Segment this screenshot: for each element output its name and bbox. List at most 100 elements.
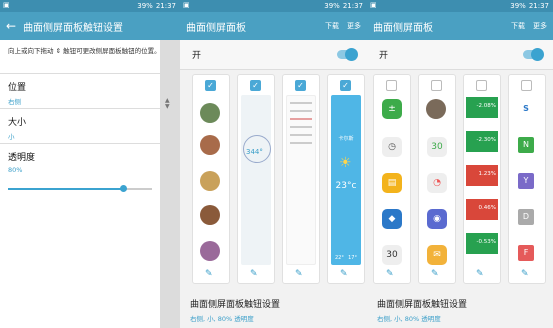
stock-change: 0.46% <box>478 205 496 211</box>
opacity-slider-knob[interactable] <box>120 185 128 192</box>
setting-size[interactable]: 大小 小 <box>0 109 180 144</box>
app-letter-tile: D <box>518 209 534 225</box>
panel-card-tools[interactable]: ✓ 344° ✎ <box>237 74 275 284</box>
more-button[interactable]: 更多 <box>533 21 547 31</box>
avatar <box>200 103 220 123</box>
panel-checkbox[interactable]: ✓ <box>205 80 216 91</box>
edge-panels-switch[interactable] <box>523 48 544 61</box>
edit-pencil-icon[interactable]: ✎ <box>340 269 348 279</box>
panel-checkbox[interactable]: ✓ <box>295 80 306 91</box>
hint-text: 向上或向下拖动 ⇕ 触钮可更改侧屏面板触钮的位置。 <box>8 47 161 55</box>
battery-label: 39% <box>510 2 526 10</box>
position-settings-screen: ▣ 39% 21:37 ← 曲面侧屏面板触钮设置 向上或向下拖动 ⇕ 触钮可更改… <box>0 0 180 328</box>
footer-subtitle: 右侧, 小, 80% 透明度 <box>190 315 254 323</box>
setting-opacity: 透明度 80% <box>0 144 180 179</box>
drag-hint: 向上或向下拖动 ⇕ 触钮可更改侧屏面板触钮的位置。 <box>0 40 180 74</box>
edge-panels-toggle-row[interactable]: 开 <box>180 40 367 70</box>
edge-handle-track: ▲ ▼ <box>160 40 180 328</box>
download-button[interactable]: 下载 <box>325 21 339 31</box>
panel-checkbox[interactable] <box>476 80 487 91</box>
camera-icon: ◉ <box>427 209 447 229</box>
edge-panels-toggle-row[interactable]: 开 <box>367 40 553 70</box>
app-bar: ← 曲面侧屏面板触钮设置 <box>0 12 180 40</box>
gallery-icon: ◆ <box>382 209 402 229</box>
panel-card-tasks[interactable]: ✓ ✎ <box>282 74 320 284</box>
panel-card-contacts[interactable]: ✓ ✎ <box>192 74 230 284</box>
stock-change: -2.30% <box>476 137 496 143</box>
handle-settings-entry[interactable]: 曲面侧屏面板触钮设置 右侧, 小, 80% 透明度 <box>367 292 553 328</box>
opacity-slider[interactable] <box>8 185 152 192</box>
avatar <box>426 99 446 119</box>
edit-pencil-icon[interactable]: ✎ <box>250 269 258 279</box>
compass-value: 344° <box>246 148 263 156</box>
weather-city: 卡尔斯 <box>338 136 354 142</box>
status-bar: ▣ 39% 21:37 <box>180 0 367 12</box>
edge-panels-switch[interactable] <box>337 48 358 61</box>
panel-card-stocks[interactable]: -2.08% -2.30% 1.23% 0.46% -0.53% ✎ <box>463 74 501 284</box>
edit-pencil-icon[interactable]: ✎ <box>476 269 484 279</box>
memo-icon: ▤ <box>382 173 402 193</box>
notification-icon: ▣ <box>370 1 377 9</box>
battery-label: 39% <box>137 2 153 10</box>
edit-pencil-icon[interactable]: ✎ <box>205 269 213 279</box>
app-letter-tile: S <box>518 101 534 117</box>
edge-panels-screen-2: ▣ 39% 21:37 曲面侧屏面板 下载 更多 开 ± ◷ ▤ ◆ 30 ✎ … <box>367 0 553 328</box>
status-bar: ▣ 39% 21:37 <box>367 0 553 12</box>
panel-card-apps[interactable]: ± ◷ ▤ ◆ 30 ✎ <box>373 74 411 284</box>
footer-title: 曲面侧屏面板触钮设置 <box>190 300 281 310</box>
page-title: 曲面侧屏面板触钮设置 <box>23 22 124 34</box>
sun-icon: ☀ <box>339 155 352 171</box>
edit-pencil-icon[interactable]: ✎ <box>295 269 303 279</box>
toggle-label: 开 <box>192 51 202 61</box>
avatar <box>200 241 220 261</box>
setting-position[interactable]: 位置 右侧 <box>0 74 180 109</box>
toggle-label: 开 <box>379 51 389 61</box>
panel-checkbox[interactable]: ✓ <box>250 80 261 91</box>
weather-low: 17° <box>348 255 357 261</box>
edge-handle-grip-icon[interactable]: ▲ ▼ <box>165 98 170 110</box>
panel-checkbox[interactable] <box>521 80 532 91</box>
panel-card-quick-tools[interactable]: 30 ◔ ◉ ✉ ✎ <box>418 74 456 284</box>
setting-position-value: 右侧 <box>8 98 21 106</box>
clock-label: 21:37 <box>155 2 176 10</box>
more-button[interactable]: 更多 <box>347 21 361 31</box>
weather-high: 22° <box>335 255 344 261</box>
timer-icon: ◔ <box>427 173 447 193</box>
stock-change: -2.08% <box>476 103 496 109</box>
panel-checkbox[interactable]: ✓ <box>340 80 351 91</box>
panel-cards: ✓ ✎ ✓ 344° ✎ ✓ ✎ ✓ 卡尔斯 ☀ 23°c 22° 17° ✎ <box>192 74 365 284</box>
edit-pencil-icon[interactable]: ✎ <box>431 269 439 279</box>
stock-tile: -2.30% <box>466 131 498 152</box>
handle-settings-entry[interactable]: 曲面侧屏面板触钮设置 右侧, 小, 80% 透明度 <box>180 292 367 328</box>
edit-pencil-icon[interactable]: ✎ <box>386 269 394 279</box>
panel-checkbox[interactable] <box>431 80 442 91</box>
panel-card-weather[interactable]: ✓ 卡尔斯 ☀ 23°c 22° 17° ✎ <box>327 74 365 284</box>
page-title: 曲面侧屏面板 <box>186 22 246 34</box>
clock-icon: ◷ <box>382 137 402 157</box>
setting-size-label: 大小 <box>8 118 27 128</box>
back-arrow-icon[interactable]: ← <box>6 20 16 32</box>
setting-position-label: 位置 <box>8 83 27 93</box>
calendar-icon: 30 <box>382 245 402 265</box>
footer-title: 曲面侧屏面板触钮设置 <box>377 300 468 310</box>
stock-tile: -2.08% <box>466 97 498 118</box>
download-button[interactable]: 下载 <box>511 21 525 31</box>
calendar-badge-icon: 30 <box>427 137 447 157</box>
avatar <box>200 135 220 155</box>
setting-size-value: 小 <box>8 133 15 141</box>
panel-checkbox[interactable] <box>386 80 397 91</box>
edit-pencil-icon[interactable]: ✎ <box>521 269 529 279</box>
avatar <box>200 205 220 225</box>
panel-cards: ± ◷ ▤ ◆ 30 ✎ 30 ◔ ◉ ✉ ✎ -2.08% -2.30% 1.… <box>373 74 546 284</box>
stock-tile: 0.46% <box>466 199 498 220</box>
app-bar: 曲面侧屏面板 下载 更多 <box>180 12 367 40</box>
setting-opacity-value: 80% <box>8 166 23 174</box>
stock-change: -0.53% <box>476 239 496 245</box>
stock-tile: -0.53% <box>466 233 498 254</box>
weather-temp: 23°c <box>335 181 357 191</box>
app-bar: 曲面侧屏面板 下载 更多 <box>367 12 553 40</box>
footer-subtitle: 右侧, 小, 80% 透明度 <box>377 315 441 323</box>
weather-preview: 卡尔斯 ☀ 23°c 22° 17° <box>331 95 361 265</box>
panel-card-shortcuts[interactable]: S N Y D F ✎ <box>508 74 546 284</box>
email-icon: ✉ <box>427 245 447 265</box>
